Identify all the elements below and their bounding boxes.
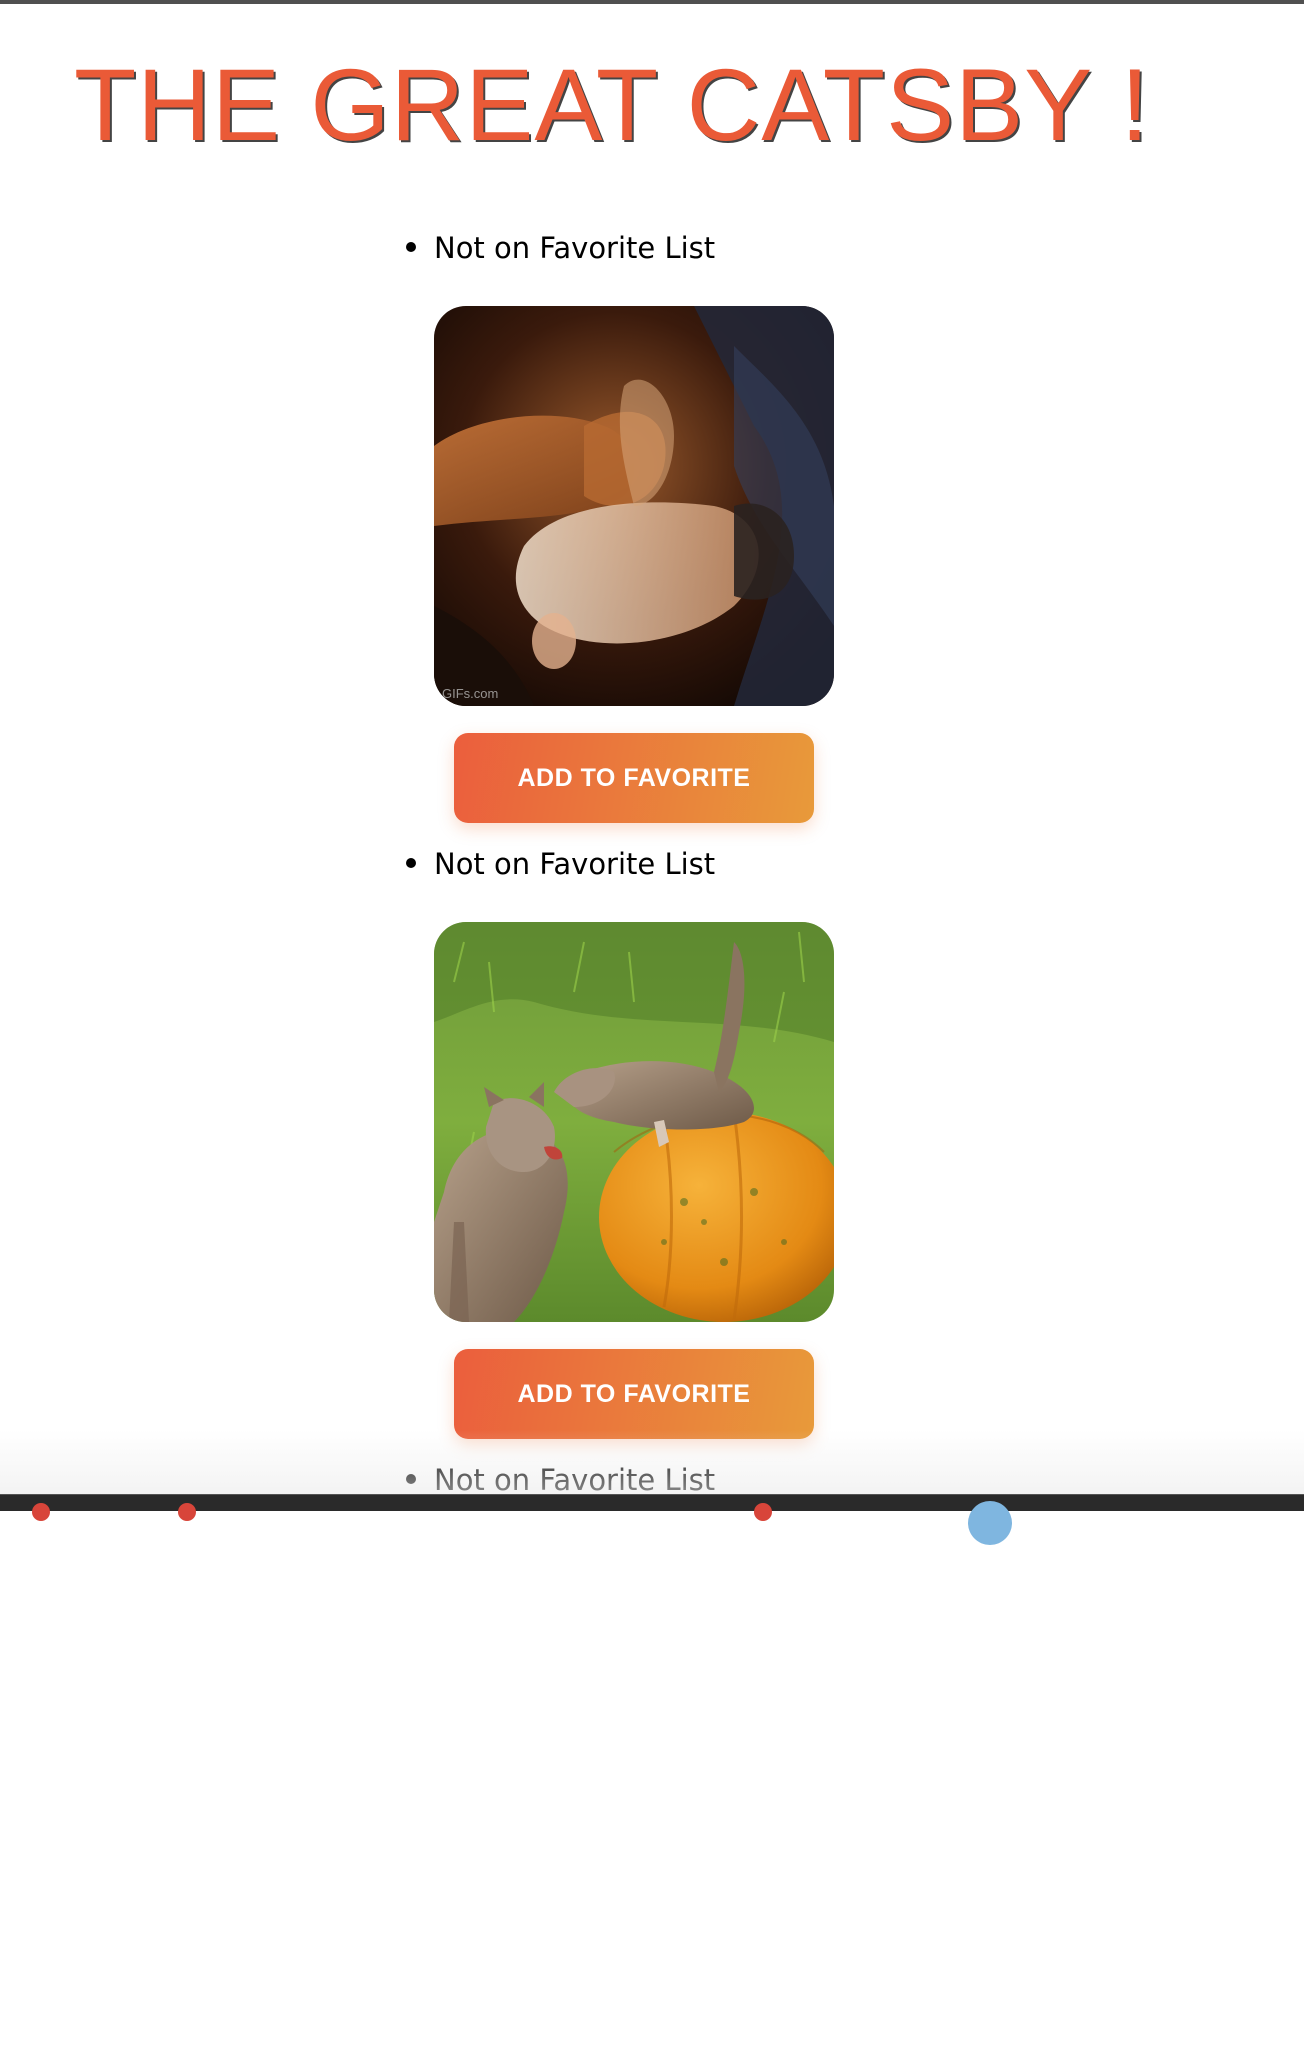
window-top-border xyxy=(0,0,1304,4)
dock-app-icon[interactable] xyxy=(968,1501,1012,1545)
list-item: Not on Favorite List xyxy=(0,836,1304,1452)
dock-app-icon[interactable] xyxy=(178,1503,196,1521)
favorite-status: Not on Favorite List xyxy=(434,847,716,881)
cat-image: GIFs.com xyxy=(434,306,834,706)
kittens-pumpkin-image xyxy=(434,922,834,1322)
list-bullet xyxy=(406,858,416,868)
cat-list: Not on Favorite List GIFs.com ADD TO FAV… xyxy=(0,220,1304,2068)
add-to-favorite-button[interactable]: ADD TO FAVORITE xyxy=(454,1349,814,1439)
list-item: Not on Favorite List xyxy=(0,220,1304,836)
list-bullet xyxy=(406,242,416,252)
dock-app-icon[interactable] xyxy=(32,1503,50,1521)
cat-image xyxy=(434,922,834,1322)
dock-app-icon[interactable] xyxy=(754,1503,772,1521)
favorite-status: Not on Favorite List xyxy=(434,231,716,265)
cat-gif-image: GIFs.com xyxy=(434,306,834,706)
watermark-text: GIFs.com xyxy=(442,686,498,701)
list-item: Not on Favorite List xyxy=(0,1452,1304,2068)
dock-bar xyxy=(0,1494,1304,1545)
list-bullet xyxy=(406,1474,416,1484)
add-to-favorite-button[interactable]: ADD TO FAVORITE xyxy=(454,733,814,823)
page-title: THE GREAT CATSBY ! xyxy=(74,48,1151,162)
